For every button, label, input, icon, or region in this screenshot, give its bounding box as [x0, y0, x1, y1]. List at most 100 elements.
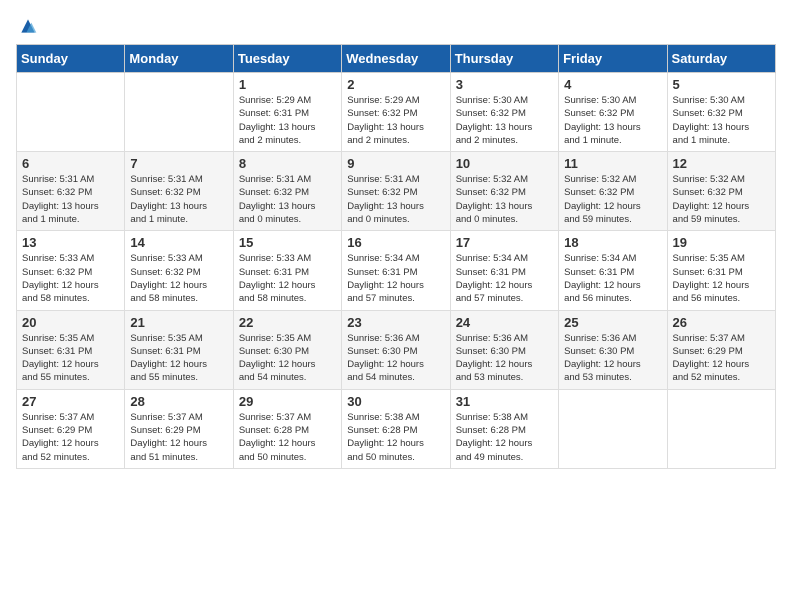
calendar-cell: 11 Sunrise: 5:32 AM Sunset: 6:32 PM Dayli…: [559, 152, 667, 231]
calendar-cell: 24 Sunrise: 5:36 AM Sunset: 6:30 PM Dayli…: [450, 310, 558, 389]
calendar-week-row: 27 Sunrise: 5:37 AM Sunset: 6:29 PM Dayli…: [17, 389, 776, 468]
day-number: 24: [456, 315, 553, 330]
weekday-header-sunday: Sunday: [17, 45, 125, 73]
day-number: 25: [564, 315, 661, 330]
day-info: Sunrise: 5:36 AM Sunset: 6:30 PM Dayligh…: [564, 332, 661, 385]
day-info: Sunrise: 5:37 AM Sunset: 6:29 PM Dayligh…: [22, 411, 119, 464]
day-info: Sunrise: 5:36 AM Sunset: 6:30 PM Dayligh…: [347, 332, 444, 385]
day-number: 2: [347, 77, 444, 92]
day-info: Sunrise: 5:35 AM Sunset: 6:30 PM Dayligh…: [239, 332, 336, 385]
day-number: 14: [130, 235, 227, 250]
page-header: [16, 16, 776, 36]
day-info: Sunrise: 5:29 AM Sunset: 6:31 PM Dayligh…: [239, 94, 336, 147]
calendar-cell: 3Sunrise: 5:30 AM Sunset: 6:32 PM Daylig…: [450, 73, 558, 152]
weekday-header-saturday: Saturday: [667, 45, 775, 73]
day-info: Sunrise: 5:32 AM Sunset: 6:32 PM Dayligh…: [564, 173, 661, 226]
day-number: 23: [347, 315, 444, 330]
calendar-cell: 6Sunrise: 5:31 AM Sunset: 6:32 PM Daylig…: [17, 152, 125, 231]
day-number: 18: [564, 235, 661, 250]
calendar-cell: 31 Sunrise: 5:38 AM Sunset: 6:28 PM Dayli…: [450, 389, 558, 468]
calendar-cell: 27 Sunrise: 5:37 AM Sunset: 6:29 PM Dayli…: [17, 389, 125, 468]
day-number: 11: [564, 156, 661, 171]
day-number: 20: [22, 315, 119, 330]
calendar-cell: 7 Sunrise: 5:31 AM Sunset: 6:32 PM Daylig…: [125, 152, 233, 231]
day-number: 3: [456, 77, 553, 92]
day-number: 26: [673, 315, 770, 330]
calendar-week-row: 20 Sunrise: 5:35 AM Sunset: 6:31 PM Dayli…: [17, 310, 776, 389]
day-number: 16: [347, 235, 444, 250]
calendar-cell: [125, 73, 233, 152]
day-info: Sunrise: 5:38 AM Sunset: 6:28 PM Dayligh…: [347, 411, 444, 464]
calendar-week-row: 13 Sunrise: 5:33 AM Sunset: 6:32 PM Dayli…: [17, 231, 776, 310]
day-number: 12: [673, 156, 770, 171]
day-info: Sunrise: 5:32 AM Sunset: 6:32 PM Dayligh…: [456, 173, 553, 226]
calendar-cell: [667, 389, 775, 468]
day-info: Sunrise: 5:29 AM Sunset: 6:32 PM Dayligh…: [347, 94, 444, 147]
day-info: Sunrise: 5:36 AM Sunset: 6:30 PM Dayligh…: [456, 332, 553, 385]
day-number: 29: [239, 394, 336, 409]
calendar-cell: 10 Sunrise: 5:32 AM Sunset: 6:32 PM Dayli…: [450, 152, 558, 231]
day-info: Sunrise: 5:31 AM Sunset: 6:32 PM Dayligh…: [130, 173, 227, 226]
weekday-header-tuesday: Tuesday: [233, 45, 341, 73]
day-info: Sunrise: 5:37 AM Sunset: 6:28 PM Dayligh…: [239, 411, 336, 464]
weekday-header-monday: Monday: [125, 45, 233, 73]
day-number: 5: [673, 77, 770, 92]
day-number: 17: [456, 235, 553, 250]
day-info: Sunrise: 5:33 AM Sunset: 6:32 PM Dayligh…: [130, 252, 227, 305]
day-info: Sunrise: 5:31 AM Sunset: 6:32 PM Dayligh…: [347, 173, 444, 226]
day-info: Sunrise: 5:38 AM Sunset: 6:28 PM Dayligh…: [456, 411, 553, 464]
day-number: 15: [239, 235, 336, 250]
calendar-cell: 2 Sunrise: 5:29 AM Sunset: 6:32 PM Daylig…: [342, 73, 450, 152]
day-number: 4: [564, 77, 661, 92]
day-info: Sunrise: 5:34 AM Sunset: 6:31 PM Dayligh…: [347, 252, 444, 305]
day-number: 9: [347, 156, 444, 171]
day-number: 7: [130, 156, 227, 171]
calendar-cell: 22 Sunrise: 5:35 AM Sunset: 6:30 PM Dayli…: [233, 310, 341, 389]
calendar-cell: 28 Sunrise: 5:37 AM Sunset: 6:29 PM Dayli…: [125, 389, 233, 468]
day-number: 27: [22, 394, 119, 409]
calendar-week-row: 6 Sunrise: 5:31 AM Sunset: 6:32 PM Daylig…: [17, 152, 776, 231]
calendar-cell: [559, 389, 667, 468]
calendar-cell: [17, 73, 125, 152]
day-info: Sunrise: 5:32 AM Sunset: 6:32 PM Dayligh…: [673, 173, 770, 226]
calendar-header-row: SundayMondayTuesdayWednesdayThursdayFrid…: [17, 45, 776, 73]
day-number: 21: [130, 315, 227, 330]
calendar-cell: 14 Sunrise: 5:33 AM Sunset: 6:32 PM Dayli…: [125, 231, 233, 310]
day-number: 28: [130, 394, 227, 409]
day-info: Sunrise: 5:37 AM Sunset: 6:29 PM Dayligh…: [673, 332, 770, 385]
calendar-cell: 9 Sunrise: 5:31 AM Sunset: 6:32 PM Daylig…: [342, 152, 450, 231]
calendar-week-row: 1Sunrise: 5:29 AM Sunset: 6:31 PM Daylig…: [17, 73, 776, 152]
calendar-cell: 20 Sunrise: 5:35 AM Sunset: 6:31 PM Dayli…: [17, 310, 125, 389]
day-number: 13: [22, 235, 119, 250]
calendar-cell: 17 Sunrise: 5:34 AM Sunset: 6:31 PM Dayli…: [450, 231, 558, 310]
calendar-cell: 30Sunrise: 5:38 AM Sunset: 6:28 PM Dayli…: [342, 389, 450, 468]
calendar-cell: 29 Sunrise: 5:37 AM Sunset: 6:28 PM Dayli…: [233, 389, 341, 468]
calendar-table: SundayMondayTuesdayWednesdayThursdayFrid…: [16, 44, 776, 469]
day-info: Sunrise: 5:31 AM Sunset: 6:32 PM Dayligh…: [239, 173, 336, 226]
day-number: 10: [456, 156, 553, 171]
logo: [16, 16, 38, 36]
calendar-cell: 18Sunrise: 5:34 AM Sunset: 6:31 PM Dayli…: [559, 231, 667, 310]
day-info: Sunrise: 5:37 AM Sunset: 6:29 PM Dayligh…: [130, 411, 227, 464]
day-number: 19: [673, 235, 770, 250]
logo-icon: [18, 16, 38, 36]
calendar-cell: 16 Sunrise: 5:34 AM Sunset: 6:31 PM Dayli…: [342, 231, 450, 310]
calendar-cell: 19 Sunrise: 5:35 AM Sunset: 6:31 PM Dayli…: [667, 231, 775, 310]
day-info: Sunrise: 5:35 AM Sunset: 6:31 PM Dayligh…: [22, 332, 119, 385]
calendar-cell: 1Sunrise: 5:29 AM Sunset: 6:31 PM Daylig…: [233, 73, 341, 152]
calendar-cell: 13Sunrise: 5:33 AM Sunset: 6:32 PM Dayli…: [17, 231, 125, 310]
day-number: 31: [456, 394, 553, 409]
day-number: 6: [22, 156, 119, 171]
calendar-cell: 23 Sunrise: 5:36 AM Sunset: 6:30 PM Dayli…: [342, 310, 450, 389]
calendar-cell: 8Sunrise: 5:31 AM Sunset: 6:32 PM Daylig…: [233, 152, 341, 231]
calendar-cell: 21Sunrise: 5:35 AM Sunset: 6:31 PM Dayli…: [125, 310, 233, 389]
calendar-cell: 15Sunrise: 5:33 AM Sunset: 6:31 PM Dayli…: [233, 231, 341, 310]
calendar-cell: 25 Sunrise: 5:36 AM Sunset: 6:30 PM Dayli…: [559, 310, 667, 389]
day-number: 22: [239, 315, 336, 330]
calendar-cell: 12 Sunrise: 5:32 AM Sunset: 6:32 PM Dayli…: [667, 152, 775, 231]
day-info: Sunrise: 5:30 AM Sunset: 6:32 PM Dayligh…: [564, 94, 661, 147]
weekday-header-wednesday: Wednesday: [342, 45, 450, 73]
weekday-header-friday: Friday: [559, 45, 667, 73]
day-info: Sunrise: 5:35 AM Sunset: 6:31 PM Dayligh…: [673, 252, 770, 305]
day-info: Sunrise: 5:34 AM Sunset: 6:31 PM Dayligh…: [456, 252, 553, 305]
